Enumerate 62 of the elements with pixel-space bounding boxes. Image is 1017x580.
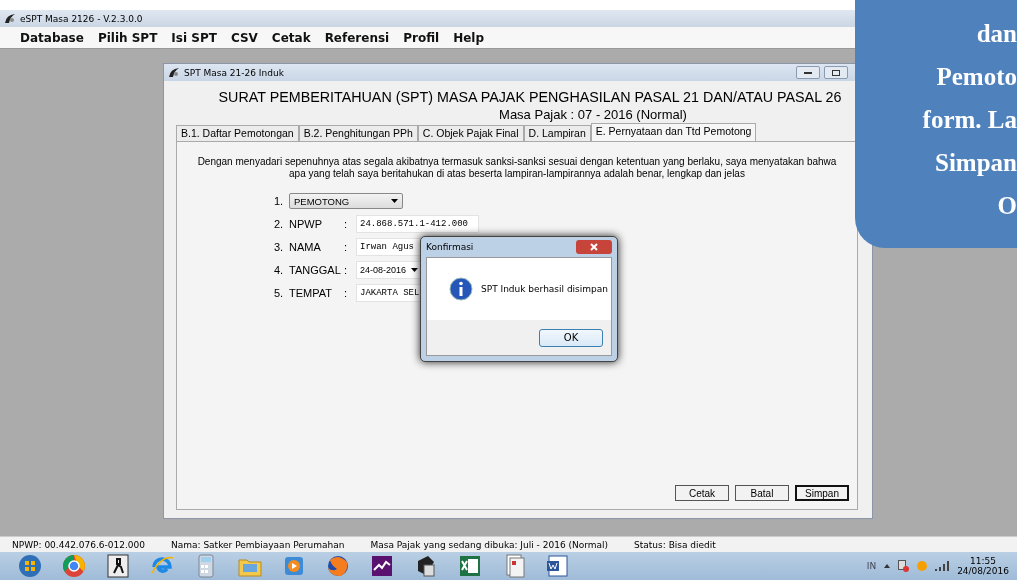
caret-icon xyxy=(391,199,398,203)
colon-label: : xyxy=(344,264,349,276)
callout-text: Pemoto xyxy=(936,62,1017,92)
language-indicator[interactable]: IN xyxy=(866,561,877,571)
caret-icon xyxy=(411,268,418,272)
maximize-icon xyxy=(832,69,840,76)
form-heading: SURAT PEMBERITAHUAN (SPT) MASA PAJAK PENGHASILAN PASAL 21 DAN/ATAU PASAL 26 xyxy=(217,88,843,105)
expand-tray-icon[interactable] xyxy=(884,564,891,568)
app-title: eSPT Masa 2126 - V.2.3.0.0 xyxy=(20,13,143,24)
colon-label: : xyxy=(344,218,349,230)
close-button[interactable] xyxy=(576,240,612,254)
action-button[interactable]: Cetak xyxy=(675,485,729,501)
status-text: NPWP: 00.442.076.6-012.000 xyxy=(12,539,145,550)
input-field[interactable]: 24.868.571.1-412.000 xyxy=(356,215,479,233)
item-number: 2. xyxy=(274,218,285,230)
dialog-title: Konfirmasi xyxy=(426,242,474,252)
status-text: Nama: Satker Pembiayaan Perumahan xyxy=(170,539,345,550)
date-picker[interactable]: 24-08-2016 xyxy=(356,261,422,279)
info-icon xyxy=(449,277,473,301)
window-title: SPT Masa 21-26 Induk xyxy=(184,67,284,78)
field-label: NPWP xyxy=(289,218,323,230)
signal-icon[interactable] xyxy=(935,561,950,571)
item-number: 3. xyxy=(274,241,285,253)
clock-date: 24/08/2016 xyxy=(957,566,1009,576)
menu-item[interactable]: CSV xyxy=(224,30,264,45)
close-icon xyxy=(590,243,598,251)
callout-text: form. La xyxy=(922,105,1017,135)
colon-label: : xyxy=(344,287,349,299)
menu-item[interactable]: Pilih SPT xyxy=(91,30,164,45)
clock[interactable]: 11:55 24/08/2016 xyxy=(957,556,1009,576)
clock-time: 11:55 xyxy=(970,556,997,566)
field-label: TANGGAL xyxy=(289,264,342,276)
maximize-button[interactable] xyxy=(824,66,848,79)
status-text: Masa Pajak yang sedang dibuka: Juli - 2016 (Normal) xyxy=(370,539,609,550)
role-dropdown[interactable]: PEMOTONG xyxy=(289,193,403,209)
item-number: 5. xyxy=(274,287,285,299)
callout-text: O xyxy=(997,191,1017,221)
app-logo-icon xyxy=(168,67,180,78)
menu-item[interactable]: Cetak xyxy=(265,30,317,45)
menu-item[interactable]: Help xyxy=(447,30,491,45)
field-label: NAMA xyxy=(289,241,322,253)
statement-text: Dengan menyadari sepenuhnya atas segala akibatnya termasuk sanksi-sanksi sesuai dengan ketentuan yang berlaku, saya menyatakan bahwa apa yang telah saya beritahukan di atas beserta lampiran-lampirannya adalah benar, lengkap dan jelas xyxy=(197,156,837,180)
action-button[interactable]: Batal xyxy=(735,485,789,501)
menu-item[interactable]: Isi SPT xyxy=(165,30,223,45)
callout-text: dan xyxy=(976,19,1017,49)
item-number: 4. xyxy=(274,264,285,276)
field-label: TEMPAT xyxy=(289,287,333,299)
callout-text: Simpan xyxy=(935,148,1017,178)
dialog-message: SPT Induk berhasil disimpan xyxy=(481,284,608,294)
app-logo-icon xyxy=(4,13,16,24)
colon-label: : xyxy=(344,241,349,253)
tax-period: Masa Pajak : 07 - 2016 (Normal) xyxy=(498,106,688,124)
minimize-icon xyxy=(804,71,812,74)
minimize-button[interactable] xyxy=(796,66,820,79)
menu-item[interactable]: Database xyxy=(14,30,90,45)
flag-icon[interactable] xyxy=(898,560,910,572)
menu-item[interactable]: Profil xyxy=(397,30,446,45)
item-number: 1. xyxy=(274,195,285,207)
status-text: Status: Bisa diedit xyxy=(634,539,716,550)
action-button[interactable]: Simpan xyxy=(795,485,849,501)
ok-button[interactable]: OK xyxy=(539,328,603,347)
menu-item[interactable]: Referensi xyxy=(318,30,396,45)
